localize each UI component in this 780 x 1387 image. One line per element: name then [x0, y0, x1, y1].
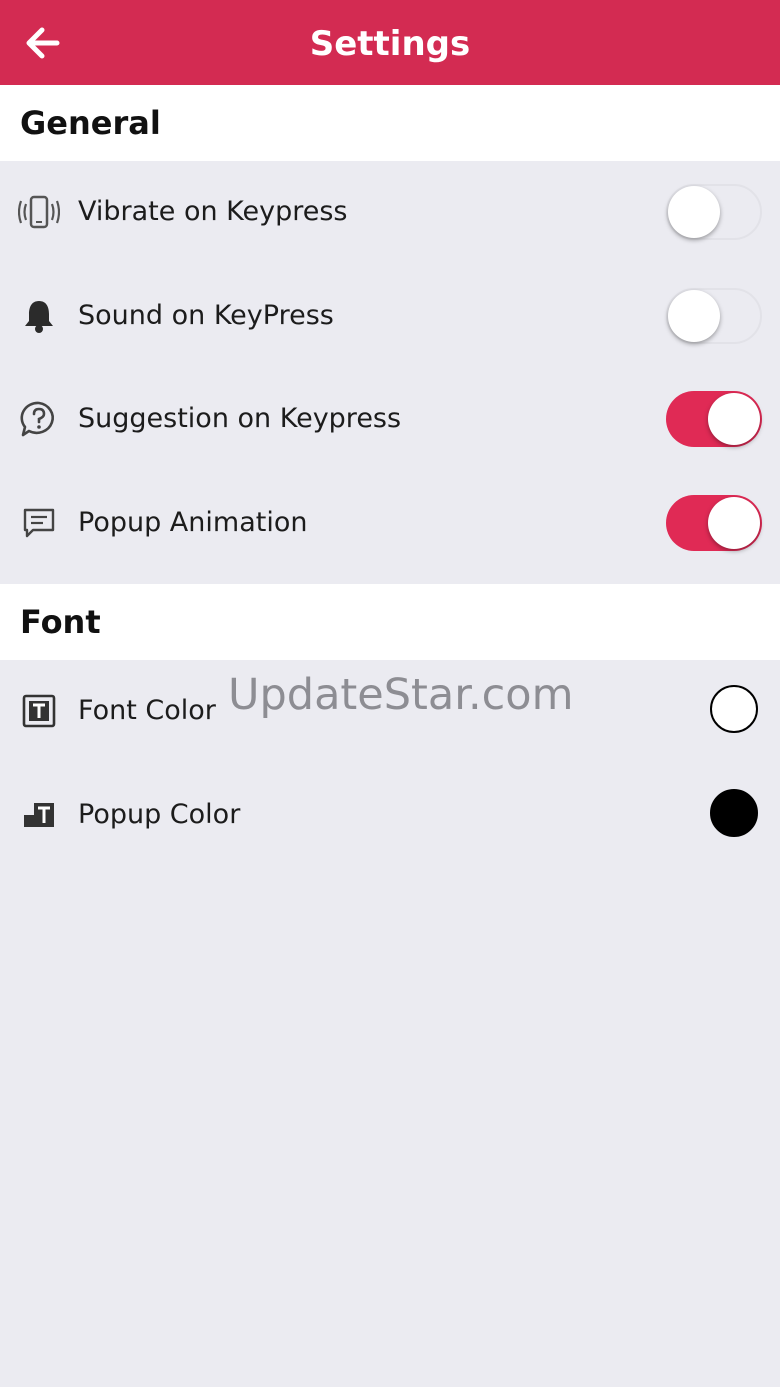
vibrate-icon [18, 191, 60, 233]
toggle-knob [708, 393, 760, 445]
text-box-icon [18, 690, 60, 732]
popup-animation-toggle[interactable] [666, 495, 762, 551]
setting-row-popup-animation: Popup Animation [0, 471, 780, 575]
font-color-swatch[interactable] [710, 685, 758, 733]
sound-toggle[interactable] [666, 288, 762, 344]
question-bubble-icon [18, 398, 60, 440]
page-title: Settings [309, 24, 471, 64]
setting-label: Vibrate on Keypress [78, 196, 348, 227]
back-button[interactable] [22, 22, 64, 64]
section-header-general: General [0, 85, 780, 161]
toggle-knob [668, 186, 720, 238]
setting-row-font-color: Font Color [0, 659, 780, 763]
section-header-font: Font [0, 584, 780, 660]
setting-row-popup-color: Popup Color [0, 763, 780, 867]
popup-color-swatch[interactable] [710, 789, 758, 837]
setting-row-vibrate: Vibrate on Keypress [0, 160, 780, 264]
text-popup-icon [18, 794, 60, 836]
suggestion-toggle[interactable] [666, 391, 762, 447]
setting-label: Popup Animation [78, 507, 308, 538]
bell-icon [18, 295, 60, 337]
section-title-font: Font [20, 603, 101, 641]
setting-label: Font Color [78, 695, 216, 726]
toggle-knob [668, 290, 720, 342]
section-title-general: General [20, 104, 161, 142]
app-bar: Settings [0, 0, 780, 85]
arrow-left-icon [26, 27, 60, 59]
setting-row-sound: Sound on KeyPress [0, 264, 780, 368]
vibrate-toggle[interactable] [666, 184, 762, 240]
setting-label: Sound on KeyPress [78, 300, 334, 331]
toggle-knob [708, 497, 760, 549]
setting-row-suggestion: Suggestion on Keypress [0, 367, 780, 471]
message-icon [18, 502, 60, 544]
setting-label: Popup Color [78, 799, 241, 830]
setting-label: Suggestion on Keypress [78, 403, 402, 434]
